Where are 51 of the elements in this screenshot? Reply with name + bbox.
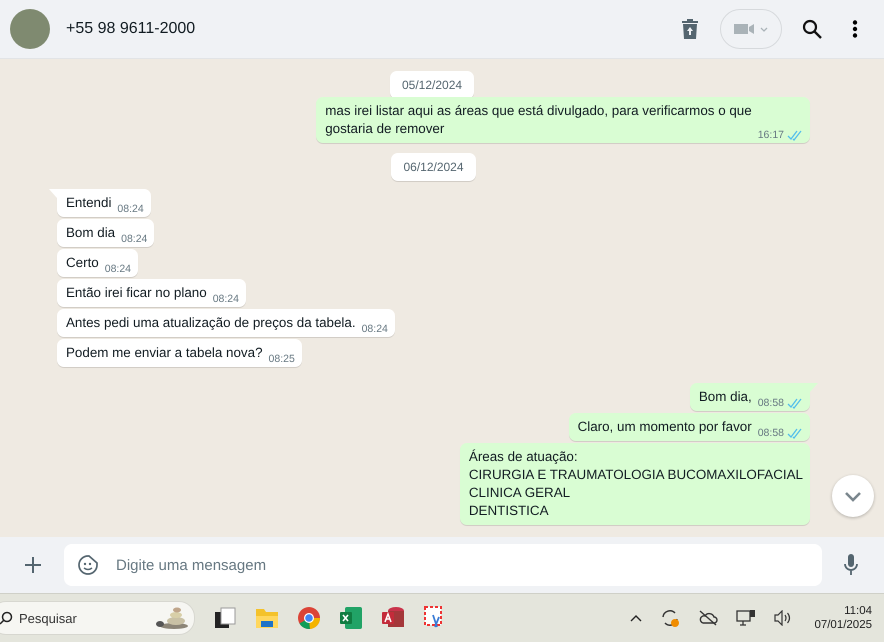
chevron-up-icon[interactable] xyxy=(630,614,642,622)
spreadsheet-icon[interactable] xyxy=(339,606,363,630)
microphone-icon[interactable] xyxy=(844,554,858,576)
message-text: Bom dia, xyxy=(698,388,752,406)
clock-date[interactable]: 07/01/2025 xyxy=(814,619,872,631)
clock-time[interactable]: 11:04 xyxy=(844,605,872,617)
search-icon[interactable] xyxy=(802,19,822,39)
network-icon[interactable] xyxy=(736,609,756,627)
scroll-down-button[interactable] xyxy=(832,475,874,517)
sync-icon[interactable] xyxy=(660,608,680,628)
video-camera-icon xyxy=(734,22,768,36)
plus-icon[interactable] xyxy=(24,556,42,574)
message-text: mas irei listar aqui as áreas que está divulgado, para verificarmos o que xyxy=(325,102,752,120)
taskbar-search-field[interactable]: Pesquisar xyxy=(0,601,195,635)
message-text: Então irei ficar no plano xyxy=(66,284,207,302)
message-time: 08:24 xyxy=(117,203,144,215)
chevron-down-icon xyxy=(844,490,862,502)
message-text: CIRURGIA E TRAUMATOLOGIA BUCOMAXILOFACIAL xyxy=(468,466,803,484)
message-time: 08:24 xyxy=(362,323,388,335)
sticker-icon[interactable] xyxy=(78,555,98,575)
search-icon xyxy=(0,611,13,625)
menu-icon[interactable] xyxy=(852,20,858,38)
database-icon[interactable] xyxy=(381,606,405,630)
cloud-offline-icon[interactable] xyxy=(698,610,718,626)
browser-icon[interactable] xyxy=(297,606,321,630)
trash-icon[interactable] xyxy=(682,19,698,39)
contact-avatar[interactable] xyxy=(10,9,50,49)
message-text: Podem me enviar a tabela nova? xyxy=(66,344,263,362)
task-view-icon[interactable] xyxy=(213,606,237,630)
contact-name[interactable]: +55 98 9611-2000 xyxy=(66,20,196,38)
message-text: Antes pedi uma atualização de preços da tabela. xyxy=(66,314,356,332)
message-time: 16:17 xyxy=(758,129,784,141)
message-text: gostaria de remover xyxy=(325,120,446,138)
message-text: Áreas de atuação: xyxy=(468,448,579,466)
message-text: CLINICA GERAL xyxy=(468,484,572,502)
message-text: Bom dia xyxy=(66,224,116,242)
message-text: Certo xyxy=(66,254,99,272)
message-text: Claro, um momento por favor xyxy=(578,418,752,436)
message-text: Entendi xyxy=(66,194,112,212)
date-chip: 05/12/2024 xyxy=(390,71,474,99)
message-time: 08:58 xyxy=(758,397,784,409)
message-time: 08:24 xyxy=(212,293,239,305)
speaker-icon[interactable] xyxy=(774,610,792,626)
message-time: 08:24 xyxy=(121,233,148,245)
folder-icon[interactable] xyxy=(255,607,279,629)
message-time: 08:25 xyxy=(268,353,295,365)
message-input[interactable]: Digite uma mensagem xyxy=(64,544,822,586)
message-time: 08:58 xyxy=(758,427,784,439)
date-chip: 06/12/2024 xyxy=(391,153,476,181)
message-time: 08:24 xyxy=(104,263,132,275)
message-text: DENTISTICA xyxy=(468,502,550,520)
